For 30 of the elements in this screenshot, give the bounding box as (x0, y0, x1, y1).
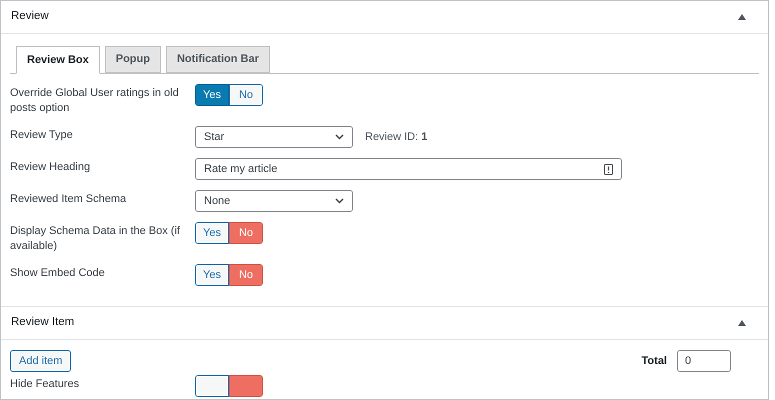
text-input[interactable]: Rate my article (195, 158, 622, 180)
field-badge-icon (604, 164, 613, 174)
review-id-text: Review ID: 1 (365, 130, 428, 145)
field-label: Hide Features (10, 377, 80, 392)
dropdown[interactable]: Star (195, 126, 353, 148)
field-label: Show Embed Code (10, 266, 106, 281)
field-label: Reviewed Item Schema (10, 192, 128, 207)
total-input[interactable]: 0 (677, 350, 731, 372)
toggle-option[interactable]: No (229, 84, 263, 106)
tab[interactable]: Review Box (16, 46, 100, 74)
field-label: Review Type (10, 128, 74, 143)
toggle-option[interactable]: Yes (195, 84, 229, 106)
field-label: Review Heading (10, 160, 92, 175)
panel-title: Review Item (11, 315, 74, 330)
chevron-down-icon (335, 134, 344, 140)
toggle-option[interactable]: Yes (195, 222, 229, 244)
toggle-option[interactable] (195, 375, 229, 397)
toggle-option[interactable] (229, 375, 263, 397)
tab[interactable]: Notification Bar (166, 46, 270, 73)
toggle-option[interactable]: Yes (195, 264, 229, 286)
dropdown[interactable]: None (195, 190, 353, 212)
toggle-option[interactable]: No (229, 222, 263, 244)
add-item-button[interactable]: Add item (10, 350, 72, 372)
field-label: Override Global User ratings in old posts option (10, 86, 180, 116)
field-label: Display Schema Data in the Box (if available) (10, 224, 181, 254)
chevron-down-icon (335, 198, 344, 204)
total-label: Total (642, 354, 667, 369)
panel-title: Review (11, 9, 49, 24)
tab[interactable]: Popup (104, 46, 161, 73)
toggle-option[interactable]: No (229, 264, 263, 286)
